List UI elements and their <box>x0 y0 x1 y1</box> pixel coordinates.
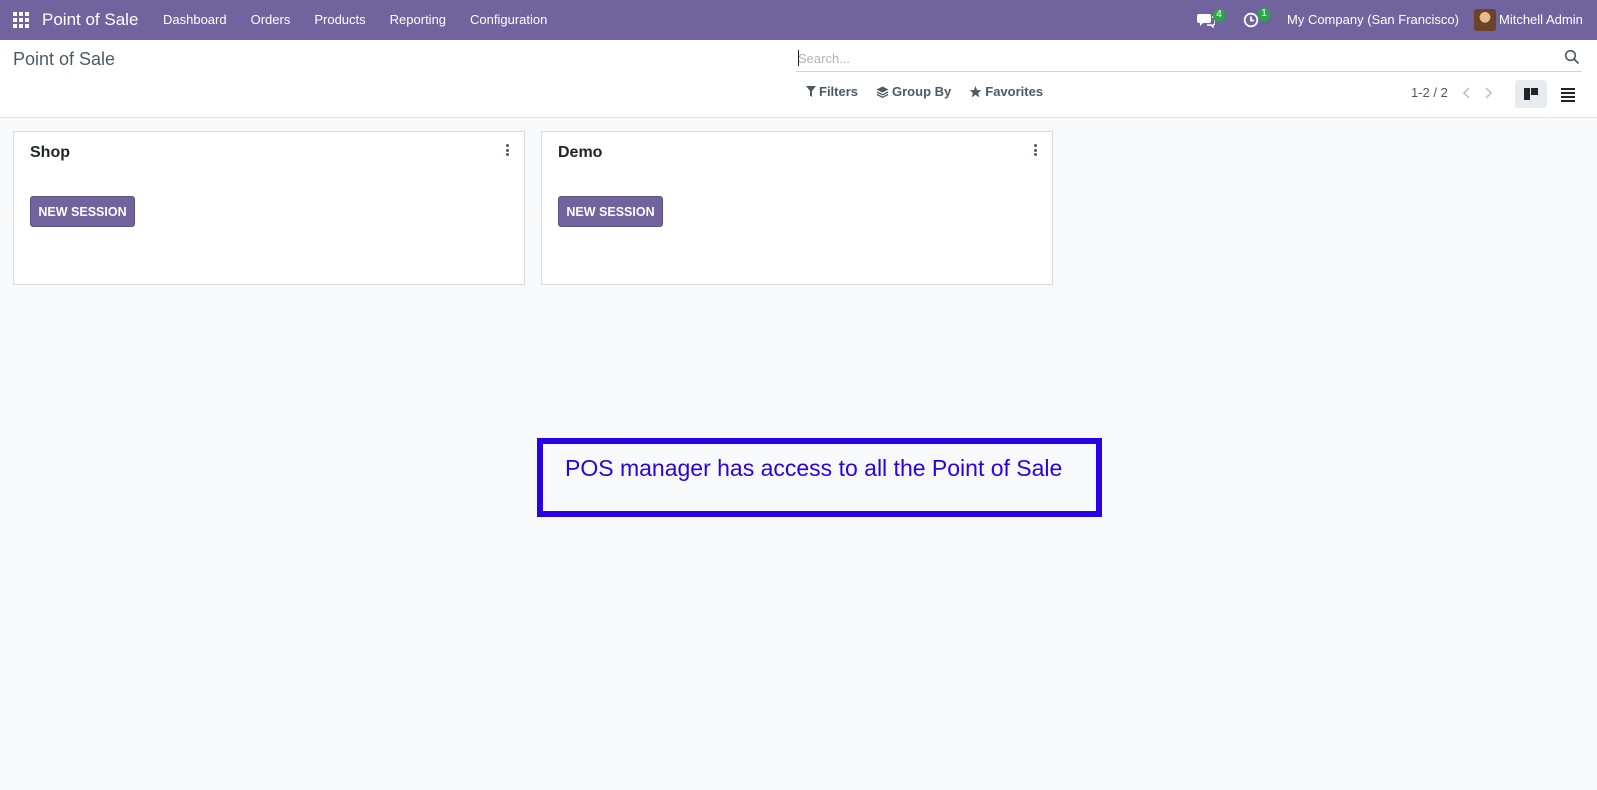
filters-label: Filters <box>819 84 859 99</box>
annotation-text: POS manager has access to all the Point … <box>565 455 1063 481</box>
menu-item-configuration[interactable]: Configuration <box>458 0 559 40</box>
main-menu: Dashboard Orders Products Reporting Conf… <box>151 0 559 40</box>
favorites-button[interactable]: Favorites <box>969 84 1043 99</box>
search-options: Filters Group By Favorites <box>806 84 1061 99</box>
search-bar <box>796 44 1582 72</box>
kanban-icon <box>1524 88 1538 100</box>
kebab-menu-icon[interactable] <box>504 144 510 158</box>
filters-button[interactable]: Filters <box>806 84 858 99</box>
company-switcher[interactable]: My Company (San Francisco) <box>1287 12 1459 27</box>
new-session-button[interactable]: NEW SESSION <box>30 196 135 227</box>
group-by-label: Group By <box>892 84 952 99</box>
card-title: Shop <box>30 144 70 161</box>
card-title: Demo <box>558 144 603 161</box>
filter-icon <box>806 86 816 97</box>
favorites-label: Favorites <box>985 84 1044 99</box>
star-icon <box>969 85 982 97</box>
new-session-button[interactable]: NEW SESSION <box>558 196 663 227</box>
pager-value[interactable]: 1-2 / 2 <box>1411 85 1448 100</box>
list-view-button[interactable] <box>1552 80 1584 108</box>
text-caret <box>798 50 799 66</box>
chevron-right-icon[interactable] <box>1482 86 1494 100</box>
kebab-menu-icon[interactable] <box>1032 144 1038 158</box>
kanban-view-button[interactable] <box>1515 80 1547 108</box>
group-by-button[interactable]: Group By <box>876 84 951 99</box>
apps-menu-icon[interactable] <box>13 12 29 28</box>
top-navbar: Point of Sale Dashboard Orders Products … <box>0 0 1597 40</box>
activities-badge: 1 <box>1258 8 1270 21</box>
menu-item-orders[interactable]: Orders <box>239 0 303 40</box>
messages-badge: 4 <box>1213 9 1225 22</box>
list-icon <box>1561 88 1575 102</box>
menu-item-reporting[interactable]: Reporting <box>378 0 458 40</box>
menu-item-dashboard[interactable]: Dashboard <box>151 0 239 40</box>
clock-icon <box>1243 12 1259 28</box>
control-panel: Point of Sale Filters Group By <box>0 40 1597 118</box>
menu-item-products[interactable]: Products <box>302 0 377 40</box>
search-icon[interactable] <box>1564 49 1580 65</box>
annotation-box: POS manager has access to all the Point … <box>537 438 1102 517</box>
pos-card-shop: Shop NEW SESSION <box>13 131 525 285</box>
pos-card-demo: Demo NEW SESSION <box>541 131 1053 285</box>
app-brand[interactable]: Point of Sale <box>42 10 138 30</box>
breadcrumb: Point of Sale <box>13 49 116 69</box>
avatar[interactable] <box>1474 9 1496 31</box>
chevron-left-icon[interactable] <box>1461 86 1473 100</box>
search-input[interactable] <box>798 48 1538 68</box>
user-menu[interactable]: Mitchell Admin <box>1499 12 1583 27</box>
layers-icon <box>876 86 889 98</box>
